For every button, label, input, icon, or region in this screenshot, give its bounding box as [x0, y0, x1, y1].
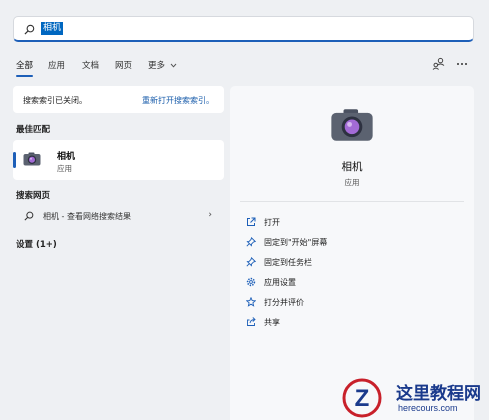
- detail-panel: 相机 应用 打开 固定到"开始"屏幕 固定到任务栏 应用设置 打分并评价 共享: [230, 86, 474, 420]
- detail-app-name: 相机: [341, 161, 363, 173]
- action-rate-review[interactable]: 打分并评价: [246, 296, 366, 310]
- action-label: 固定到"开始"屏幕: [264, 238, 328, 247]
- tab-more[interactable]: 更多: [148, 59, 177, 71]
- more-options-icon[interactable]: [456, 62, 468, 66]
- chevron-right-icon[interactable]: ›: [208, 210, 212, 220]
- tab-web[interactable]: 网页: [115, 59, 132, 71]
- watermark-url: herecours.com: [398, 403, 458, 413]
- account-switch-icon[interactable]: [432, 57, 445, 70]
- search-box[interactable]: 相机: [13, 16, 474, 42]
- search-query[interactable]: 相机: [41, 22, 64, 35]
- pin-icon: [246, 257, 256, 267]
- best-match-item[interactable]: 相机 应用: [13, 140, 224, 180]
- reopen-index-link[interactable]: 重新打开搜索索引。: [142, 95, 214, 106]
- tab-more-label: 更多: [148, 61, 166, 71]
- detail-app-type: 应用: [344, 178, 360, 187]
- best-match-heading: 最佳匹配: [16, 125, 51, 135]
- settings-heading[interactable]: 设置 (1+): [16, 238, 57, 250]
- camera-app-icon: [331, 109, 373, 141]
- action-share[interactable]: 共享: [246, 316, 366, 330]
- tab-apps[interactable]: 应用: [48, 59, 65, 71]
- watermark-logo: Z: [342, 378, 382, 418]
- pin-icon: [246, 237, 256, 247]
- action-app-settings[interactable]: 应用设置: [246, 276, 366, 290]
- web-search-result[interactable]: 相机 - 查看网络搜索结果 ›: [13, 206, 224, 226]
- svg-text:Z: Z: [355, 385, 370, 412]
- site-watermark: Z 这里教程网 herecours.com: [338, 376, 489, 420]
- watermark-title: 这里教程网: [396, 384, 481, 404]
- share-icon: [247, 317, 256, 326]
- action-label: 打开: [264, 218, 280, 227]
- action-label: 打分并评价: [264, 298, 304, 307]
- best-match-type: 应用: [57, 164, 72, 173]
- open-icon: [247, 217, 256, 226]
- tab-all[interactable]: 全部: [16, 59, 34, 77]
- search-icon: [24, 24, 35, 35]
- web-search-text: 相机 - 查看网络搜索结果: [43, 212, 131, 221]
- camera-app-icon: [23, 152, 41, 166]
- action-open[interactable]: 打开: [246, 216, 366, 230]
- action-label: 应用设置: [264, 278, 296, 287]
- best-match-name: 相机: [57, 152, 76, 162]
- index-notice-message: 搜索索引已关闭。: [23, 96, 87, 105]
- star-icon: [246, 297, 256, 307]
- action-pin-start[interactable]: 固定到"开始"屏幕: [246, 236, 366, 250]
- web-search-heading: 搜索网页: [16, 191, 51, 201]
- search-icon: [24, 211, 34, 221]
- chevron-down-icon: [170, 63, 177, 68]
- action-pin-taskbar[interactable]: 固定到任务栏: [246, 256, 366, 270]
- search-index-notice: 搜索索引已关闭。 重新打开搜索索引。: [13, 86, 224, 113]
- tab-documents[interactable]: 文档: [82, 59, 99, 71]
- action-label: 共享: [264, 318, 280, 327]
- gear-icon: [246, 277, 256, 287]
- divider: [240, 201, 464, 202]
- action-label: 固定到任务栏: [264, 258, 312, 267]
- selection-indicator: [13, 152, 16, 168]
